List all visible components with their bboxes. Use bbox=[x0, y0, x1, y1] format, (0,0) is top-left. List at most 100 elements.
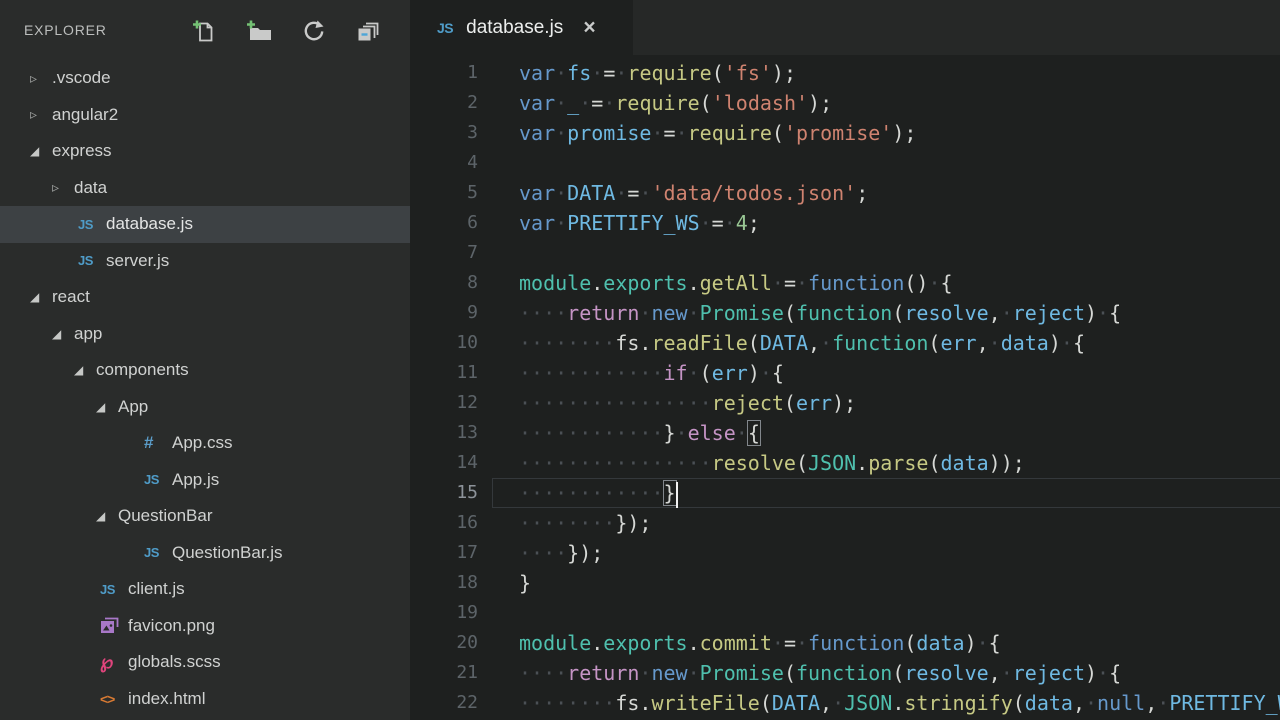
code-token: ) bbox=[1049, 331, 1061, 355]
code-token: { bbox=[1073, 331, 1085, 355]
code-line-17[interactable]: ····}); bbox=[492, 538, 1280, 568]
tree-item-label: express bbox=[52, 141, 112, 161]
code-token: fs. bbox=[615, 691, 651, 715]
tree-item-app-css[interactable]: #App.css bbox=[0, 425, 410, 462]
code-token: · bbox=[555, 91, 567, 115]
code-token: · bbox=[639, 301, 651, 325]
code-line-20[interactable]: module.exports.commit·=·function(data)·{ bbox=[492, 628, 1280, 658]
code-token: err bbox=[940, 331, 976, 355]
tree-item-favicon-png[interactable]: favicon.png bbox=[0, 608, 410, 645]
code-line-22[interactable]: ········fs.writeFile(DATA,·JSON.stringif… bbox=[492, 688, 1280, 718]
code-token: 'data/todos.json' bbox=[651, 181, 856, 205]
chevron-collapsed-icon[interactable]: ▹ bbox=[52, 179, 74, 196]
code-token: · bbox=[615, 181, 627, 205]
tab-database-js[interactable]: JS database.js × bbox=[410, 0, 633, 55]
new-file-button[interactable] bbox=[191, 17, 217, 45]
code-token: · bbox=[1061, 331, 1073, 355]
code-token: reject bbox=[1013, 301, 1085, 325]
chevron-expanded-icon[interactable]: ◢ bbox=[96, 400, 118, 414]
tree-item-express[interactable]: ◢express bbox=[0, 133, 410, 170]
code-line-13[interactable]: ············}·else·{ bbox=[492, 418, 1280, 448]
chevron-expanded-icon[interactable]: ◢ bbox=[30, 144, 52, 158]
explorer-header: EXPLORER bbox=[0, 0, 410, 60]
code-token: · bbox=[591, 61, 603, 85]
tree-item-client-js[interactable]: JSclient.js bbox=[0, 571, 410, 608]
code-token: DATA bbox=[772, 691, 820, 715]
js-file-icon: JS bbox=[144, 472, 172, 487]
line-number: 11 bbox=[410, 358, 478, 388]
code-token: PRETTIFY_WS bbox=[567, 211, 699, 235]
code-line-11[interactable]: ············if·(err)·{ bbox=[492, 358, 1280, 388]
code-token: ); bbox=[808, 91, 832, 115]
chevron-expanded-icon[interactable]: ◢ bbox=[52, 327, 74, 341]
code-token: · bbox=[820, 331, 832, 355]
refresh-button[interactable] bbox=[301, 17, 327, 45]
bracket-match: } bbox=[664, 481, 676, 505]
tree-item-server-js[interactable]: JSserver.js bbox=[0, 243, 410, 280]
tab-title: database.js bbox=[466, 17, 563, 39]
code-line-9[interactable]: ····return·new·Promise(function(resolve,… bbox=[492, 298, 1280, 328]
chevron-expanded-icon[interactable]: ◢ bbox=[96, 509, 118, 523]
code-line-19[interactable] bbox=[492, 598, 1280, 628]
code-token: ( bbox=[892, 301, 904, 325]
new-folder-button[interactable] bbox=[246, 17, 272, 45]
chevron-expanded-icon[interactable]: ◢ bbox=[74, 363, 96, 377]
js-file-icon: JS bbox=[437, 20, 453, 36]
code-token: ········ bbox=[519, 331, 615, 355]
tree-item-app[interactable]: ◢app bbox=[0, 316, 410, 353]
code-line-1[interactable]: var·fs·=·require('fs'); bbox=[492, 58, 1280, 88]
tree-item-globals-scss[interactable]: ℘globals.scss bbox=[0, 644, 410, 681]
code-token: · bbox=[772, 631, 784, 655]
js-file-icon: JS bbox=[78, 253, 106, 268]
collapse-all-button[interactable] bbox=[356, 17, 382, 45]
code-line-5[interactable]: var·DATA·=·'data/todos.json'; bbox=[492, 178, 1280, 208]
code-line-7[interactable] bbox=[492, 238, 1280, 268]
code-content: var·fs·=·require('fs');var·_·=·require('… bbox=[492, 58, 1280, 718]
tree-item-data[interactable]: ▹data bbox=[0, 170, 410, 207]
tree-item--vscode[interactable]: ▹.vscode bbox=[0, 60, 410, 97]
chevron-collapsed-icon[interactable]: ▹ bbox=[30, 106, 52, 123]
chevron-expanded-icon[interactable]: ◢ bbox=[30, 290, 52, 304]
code-token: }); bbox=[567, 541, 603, 565]
code-line-18[interactable]: } bbox=[492, 568, 1280, 598]
tree-item-index-html[interactable]: <>index.html bbox=[0, 681, 410, 718]
code-line-2[interactable]: var·_·=·require('lodash'); bbox=[492, 88, 1280, 118]
tree-item-angular2[interactable]: ▹angular2 bbox=[0, 97, 410, 134]
code-line-3[interactable]: var·promise·=·require('promise'); bbox=[492, 118, 1280, 148]
tree-item-app-js[interactable]: JSApp.js bbox=[0, 462, 410, 499]
code-line-21[interactable]: ····return·new·Promise(function(resolve,… bbox=[492, 658, 1280, 688]
html-file-icon: <> bbox=[100, 691, 128, 707]
tree-item-questionbar-js[interactable]: JSQuestionBar.js bbox=[0, 535, 410, 572]
line-number: 15 bbox=[410, 478, 478, 508]
code-token: require bbox=[627, 61, 711, 85]
code-line-12[interactable]: ················reject(err); bbox=[492, 388, 1280, 418]
tree-item-app[interactable]: ◢App bbox=[0, 389, 410, 426]
code-token: , bbox=[808, 331, 820, 355]
tree-item-react[interactable]: ◢react bbox=[0, 279, 410, 316]
code-line-16[interactable]: ········}); bbox=[492, 508, 1280, 538]
tree-item-label: favicon.png bbox=[128, 616, 215, 636]
code-token: ········ bbox=[519, 691, 615, 715]
code-line-10[interactable]: ········fs.readFile(DATA,·function(err,·… bbox=[492, 328, 1280, 358]
tree-item-database-js[interactable]: JSdatabase.js bbox=[0, 206, 410, 243]
chevron-collapsed-icon[interactable]: ▹ bbox=[30, 70, 52, 87]
code-token: var bbox=[519, 61, 555, 85]
code-token: _ bbox=[567, 91, 579, 115]
code-editor[interactable]: 12345678910111213141516171819202122 var·… bbox=[410, 55, 1280, 720]
tree-item-label: App bbox=[118, 397, 148, 417]
code-line-4[interactable] bbox=[492, 148, 1280, 178]
code-token: · bbox=[724, 211, 736, 235]
line-number: 3 bbox=[410, 118, 478, 148]
code-token: promise bbox=[567, 121, 651, 145]
code-line-6[interactable]: var·PRETTIFY_WS·=·4; bbox=[492, 208, 1280, 238]
code-line-15[interactable]: ············} bbox=[492, 478, 1280, 508]
tree-item-questionbar[interactable]: ◢QuestionBar bbox=[0, 498, 410, 535]
code-token: · bbox=[688, 661, 700, 685]
code-token: data bbox=[916, 631, 964, 655]
code-line-8[interactable]: module.exports.getAll·=·function()·{ bbox=[492, 268, 1280, 298]
code-token: = bbox=[591, 91, 603, 115]
tree-item-components[interactable]: ◢components bbox=[0, 352, 410, 389]
code-token: · bbox=[1001, 661, 1013, 685]
tab-close-icon[interactable]: × bbox=[583, 17, 595, 38]
code-line-14[interactable]: ················resolve(JSON.parse(data)… bbox=[492, 448, 1280, 478]
